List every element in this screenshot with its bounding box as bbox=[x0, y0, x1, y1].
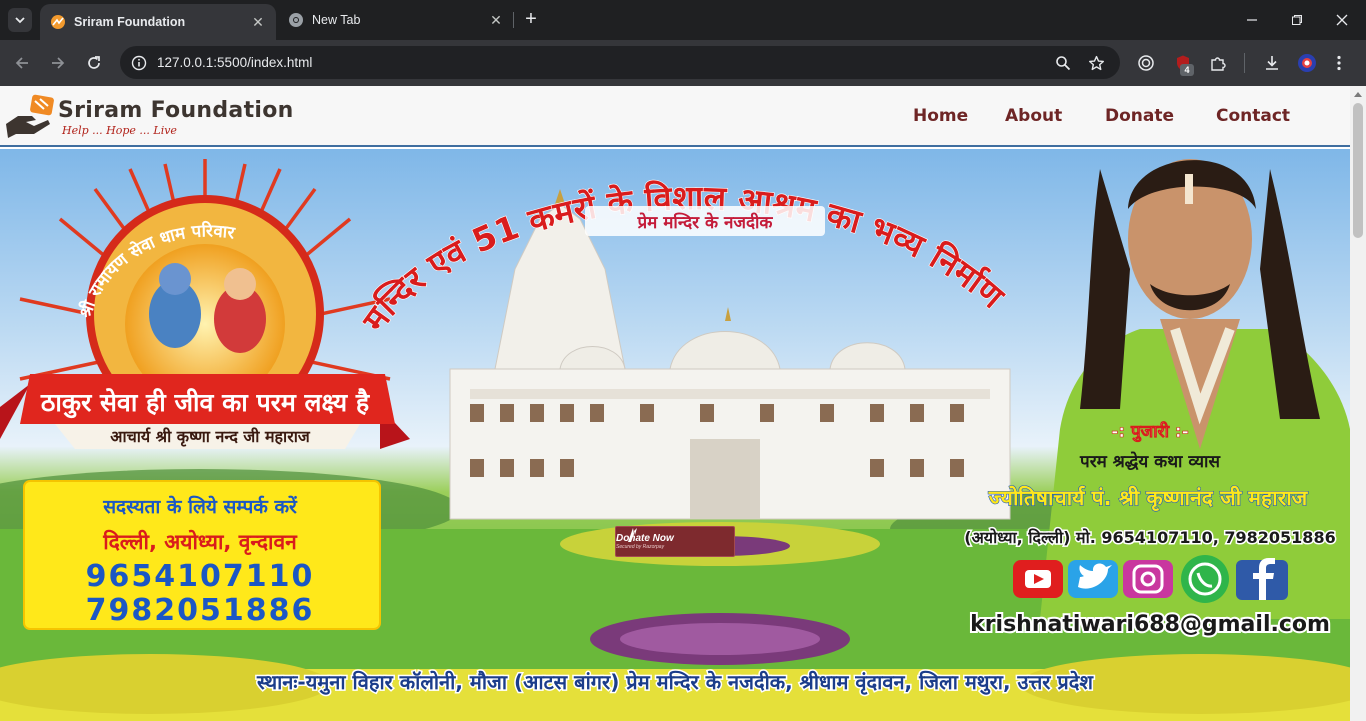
back-arrow-icon bbox=[15, 57, 28, 69]
logo-helping-hand-icon[interactable] bbox=[4, 94, 56, 140]
scroll-up-arrow-icon[interactable] bbox=[1354, 92, 1362, 97]
membership-heading: सदस्यता के लिये सम्पर्क करें bbox=[102, 495, 298, 518]
page-scrollbar[interactable] bbox=[1350, 86, 1366, 721]
facebook-icon bbox=[1236, 558, 1288, 600]
pujari-line: परम श्रद्धेय कथा व्यास bbox=[1079, 451, 1221, 472]
tab-close-icon[interactable]: ✕ bbox=[488, 12, 504, 29]
tab-new-tab[interactable]: New Tab ✕ bbox=[278, 4, 514, 36]
star-icon bbox=[1088, 55, 1104, 70]
pujari-contact: (अयोध्या, दिल्ली) मो. 9654107110, 798205… bbox=[964, 528, 1335, 547]
avatar-icon bbox=[1298, 54, 1316, 72]
instagram-icon bbox=[1123, 560, 1173, 598]
chrome-menu-button[interactable] bbox=[1328, 52, 1350, 74]
target-icon bbox=[1138, 55, 1154, 71]
site-favicon-icon bbox=[51, 15, 65, 29]
minimize-button[interactable] bbox=[1230, 6, 1274, 34]
forward-button[interactable] bbox=[46, 51, 70, 75]
pujari-name: ज्योतिषाचार्य पं. श्री कृष्णानंद जी महार… bbox=[988, 485, 1309, 512]
tab-title: Sriram Foundation bbox=[74, 15, 186, 29]
info-icon bbox=[131, 55, 147, 71]
zoom-icon bbox=[1056, 56, 1071, 71]
address-bar[interactable]: 127.0.0.1:5500/index.html bbox=[120, 46, 1120, 79]
download-icon bbox=[1266, 56, 1278, 70]
nav-about-link[interactable]: About bbox=[1005, 106, 1062, 126]
membership-phone-1: 9654107110 bbox=[86, 559, 315, 594]
whatsapp-icon bbox=[1181, 555, 1229, 603]
reload-button[interactable] bbox=[82, 51, 106, 75]
nav-home-link[interactable]: Home bbox=[913, 106, 968, 126]
acharya-text: आचार्य श्री कृष्णा नन्द जी महाराज bbox=[110, 427, 311, 447]
toolbar-separator bbox=[1244, 53, 1245, 73]
new-tab-button[interactable]: + bbox=[520, 8, 542, 32]
arc-heading: मन्दिर एवं 51 कमरों के विशाल आश्रम का भव… bbox=[353, 177, 1013, 340]
back-button[interactable] bbox=[10, 51, 34, 75]
twitter-icon bbox=[1068, 560, 1118, 598]
extension-badge: 4 bbox=[1180, 64, 1194, 76]
membership-cities: दिल्ली, अयोध्या, वृन्दावन bbox=[102, 529, 298, 556]
logo-tagline: Help ... Hope ... Live bbox=[62, 124, 177, 137]
nav-donate-link[interactable]: Donate bbox=[1105, 106, 1174, 126]
site-header: Sriram Foundation Help ... Hope ... Live… bbox=[0, 86, 1350, 147]
pujari-portrait bbox=[1040, 159, 1350, 619]
hero-banner: श्री रामायण सेवा धाम परिवार ठाकुर सेवा ह… bbox=[0, 149, 1350, 721]
tab-sriram-foundation[interactable]: Sriram Foundation ✕ bbox=[40, 4, 276, 40]
svg-text:मन्दिर एवं 51 कमरों के विशाल आ: मन्दिर एवं 51 कमरों के विशाल आश्रम का भव… bbox=[354, 178, 1013, 339]
ribbon-text: ठाकुर सेवा ही जीव का परम लक्ष्य है bbox=[40, 388, 371, 419]
restore-button[interactable] bbox=[1275, 6, 1319, 34]
extensions-menu-button[interactable] bbox=[1207, 52, 1229, 74]
kebab-menu-icon bbox=[1337, 55, 1341, 71]
extension-button[interactable] bbox=[1135, 52, 1157, 74]
donate-now-button[interactable]: Donate Now Secured by Razorpay bbox=[615, 526, 735, 557]
scroll-thumb[interactable] bbox=[1353, 103, 1363, 238]
downloads-button[interactable] bbox=[1261, 52, 1283, 74]
profile-avatar[interactable] bbox=[1296, 52, 1318, 74]
email-text: krishnatiwari688@gmail.com bbox=[970, 612, 1330, 637]
banner-artwork: श्री रामायण सेवा धाम परिवार ठाकुर सेवा ह… bbox=[0, 159, 1350, 721]
puzzle-icon bbox=[1211, 57, 1226, 71]
tab-search-button[interactable] bbox=[8, 8, 32, 32]
browser-toolbar: 127.0.0.1:5500/index.html bbox=[0, 40, 1366, 86]
site-info-button[interactable] bbox=[128, 52, 150, 74]
tab-close-icon[interactable]: ✕ bbox=[250, 14, 266, 31]
close-icon bbox=[1336, 14, 1348, 26]
sub-heading: प्रेम मन्दिर के नजदीक bbox=[637, 212, 774, 233]
url-text[interactable]: 127.0.0.1:5500/index.html bbox=[157, 55, 312, 70]
razorpay-icon bbox=[628, 528, 637, 542]
tab-title: New Tab bbox=[312, 13, 361, 27]
page-viewport: Sriram Foundation Help ... Hope ... Live… bbox=[0, 86, 1366, 721]
nav-contact-link[interactable]: Contact bbox=[1216, 106, 1290, 126]
donate-button-sublabel: Secured by Razorpay bbox=[616, 543, 665, 550]
pujari-label: -: पुजारी :- bbox=[1111, 421, 1189, 442]
reload-icon bbox=[88, 56, 100, 69]
minimize-icon bbox=[1247, 19, 1257, 21]
chevron-down-icon bbox=[15, 17, 25, 24]
forward-arrow-icon bbox=[52, 57, 65, 69]
chrome-icon bbox=[289, 13, 303, 27]
tab-separator bbox=[513, 12, 514, 28]
youtube-icon bbox=[1013, 560, 1063, 598]
zoom-button[interactable] bbox=[1053, 53, 1073, 73]
address-text: स्थानः-यमुना विहार कॉलोनी, मौजा (आटस बां… bbox=[256, 670, 1094, 695]
logo-name[interactable]: Sriram Foundation bbox=[58, 98, 294, 123]
close-window-button[interactable] bbox=[1320, 6, 1364, 34]
bookmark-button[interactable] bbox=[1086, 53, 1106, 73]
tab-strip: Sriram Foundation ✕ New Tab ✕ + bbox=[0, 0, 1366, 40]
membership-phone-2: 7982051886 bbox=[86, 593, 315, 628]
restore-icon bbox=[1292, 15, 1302, 25]
